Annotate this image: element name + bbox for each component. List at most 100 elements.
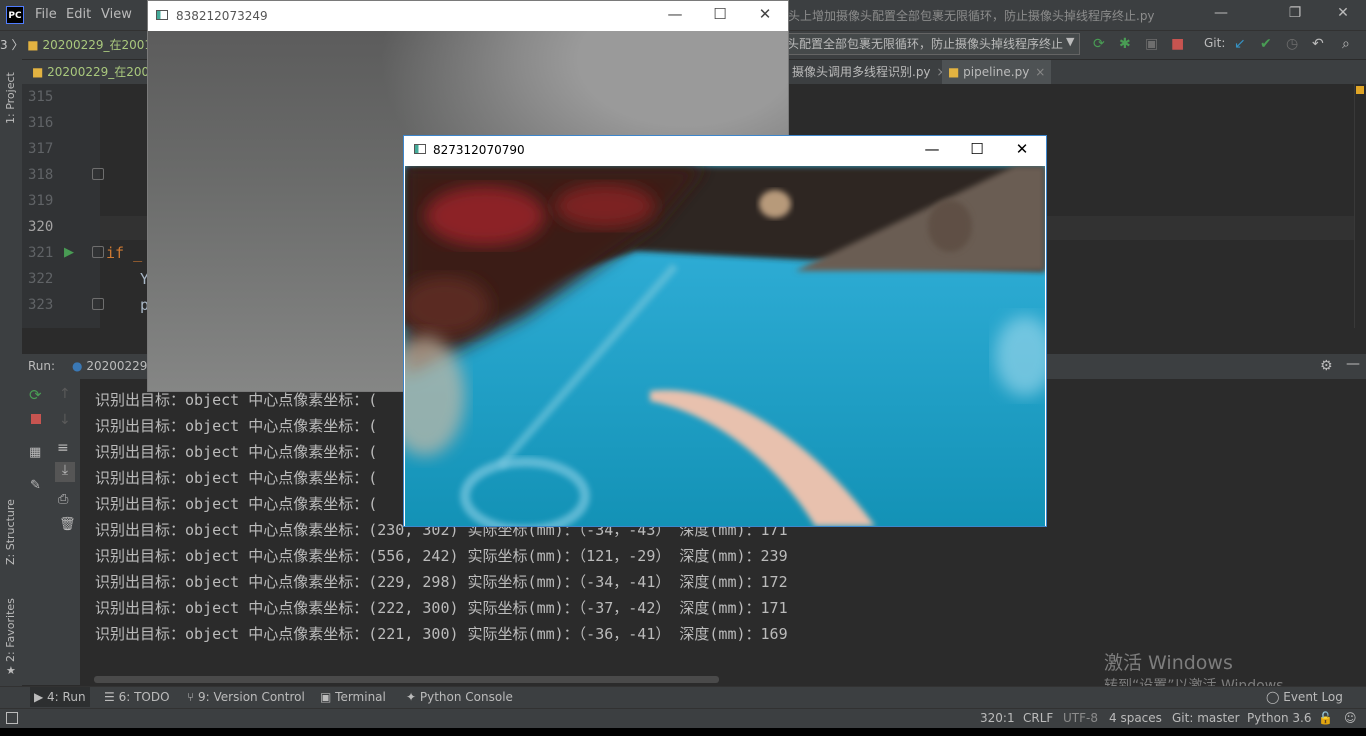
breadcrumb-root: 3 〉 (0, 38, 24, 52)
git-commit-icon[interactable]: ✔ (1260, 36, 1272, 52)
code-line-321: if _ (106, 244, 143, 262)
star-icon: ★ (6, 664, 16, 677)
hide-panel-icon[interactable]: — (1346, 356, 1360, 372)
toggle-tool-windows-icon[interactable] (6, 712, 18, 724)
line-number: 321 (28, 245, 54, 261)
camera1-close-button[interactable]: ✕ (742, 5, 788, 23)
ide-close-button[interactable]: ✕ (1320, 5, 1366, 25)
tab-pipeline[interactable]: ■ pipeline.py × (942, 60, 1052, 84)
layout-icon[interactable]: ▦ (29, 445, 41, 460)
console-line: 识别出目标：object 中心点像素坐标：( (95, 469, 378, 487)
project-tool-tab[interactable]: 1: Project (4, 64, 17, 124)
print-icon[interactable]: ⎙ (58, 492, 68, 507)
stop-icon[interactable]: ■ (1171, 36, 1184, 52)
list-icon: ☰ (104, 690, 119, 704)
tool-tab-todo[interactable]: ☰ 6: TODO (104, 690, 170, 704)
inspection-icon[interactable]: ☺ (1344, 711, 1357, 725)
breadcrumb-file[interactable]: 20200229_在20010 (42, 38, 159, 52)
rerun-icon[interactable]: ⟳ (1093, 36, 1105, 52)
console-line: 识别出目标：object 中心点像素坐标：(556, 242) 实际坐标(mm)… (95, 547, 788, 565)
console-line: 识别出目标：object 中心点像素坐标：( (95, 495, 378, 513)
line-number: 316 (28, 115, 54, 131)
search-icon[interactable]: ⌕ (1342, 36, 1350, 52)
line-number: 318 (28, 167, 54, 183)
history-icon[interactable]: ◷ (1286, 36, 1298, 52)
tab-camera-threads[interactable]: 摄像头调用多线程识别.py× (786, 60, 953, 84)
python-file-icon: ■ (27, 38, 39, 52)
line-number: 319 (28, 193, 54, 209)
ide-maximize-button[interactable]: ❐ (1272, 5, 1318, 25)
arrow-up-icon[interactable]: ↑ (59, 386, 71, 402)
console-line: 识别出目标：object 中心点像素坐标：( (95, 443, 378, 461)
fold-marker-icon[interactable] (92, 246, 104, 258)
tab-main-file[interactable]: ■ 20200229_在200 (26, 60, 155, 84)
scroll-to-end-icon[interactable]: ⤓ (55, 462, 75, 482)
menu-view[interactable]: View (101, 7, 132, 22)
warning-marker-icon[interactable] (1356, 86, 1364, 94)
structure-tool-tab[interactable]: Z: Structure (4, 495, 17, 565)
breadcrumb[interactable]: 3 〉 ■ 20200229_在20010 (0, 36, 160, 53)
run-config-tab[interactable]: ● 20200229 (72, 359, 147, 373)
chevron-down-icon[interactable]: ▼ (1066, 35, 1074, 48)
activation-watermark-title: 激活 Windows (1104, 652, 1233, 674)
tool-tab-terminal[interactable]: ▣ Terminal (320, 690, 386, 704)
lock-icon[interactable]: 🔓 (1318, 711, 1333, 725)
stop-icon[interactable] (31, 414, 41, 424)
file-encoding[interactable]: UTF-8 (1063, 711, 1098, 725)
git-update-icon[interactable]: ↙ (1234, 36, 1246, 52)
run-gutter-icon[interactable]: ▶ (64, 245, 74, 260)
tool-tab-version-control[interactable]: ⑂ 9: Version Control (187, 690, 305, 704)
line-number: 315 (28, 89, 54, 105)
camera2-maximize-button[interactable]: ☐ (954, 140, 1000, 158)
window-app-icon (156, 10, 168, 20)
git-branch[interactable]: Git: master (1172, 711, 1240, 725)
editor-scrollbar[interactable] (1354, 84, 1366, 328)
coverage-icon[interactable]: ▣ (1145, 36, 1158, 52)
indent-setting[interactable]: 4 spaces (1109, 711, 1162, 725)
camera-window-title: 827312070790 (433, 143, 525, 157)
line-number: 320 (28, 219, 54, 235)
close-tab-icon[interactable]: × (1035, 65, 1045, 79)
run-icon: ▶ (34, 690, 48, 704)
gear-icon[interactable]: ⚙ (1320, 358, 1333, 374)
line-separator[interactable]: CRLF (1023, 711, 1053, 725)
camera-feed-image (405, 166, 1045, 526)
python-icon: ✦ (406, 690, 420, 704)
run-configuration-select[interactable]: 头配置全部包裹无限循环，防止摄像头掉线程序终止 (780, 33, 1080, 55)
favorites-tool-tab[interactable]: 2: Favorites (4, 596, 17, 662)
camera2-minimize-button[interactable]: — (909, 140, 955, 158)
camera2-close-button[interactable]: ✕ (999, 140, 1045, 158)
line-number: 322 (28, 271, 54, 287)
line-number: 323 (28, 297, 54, 313)
pin-icon[interactable]: ✎ (30, 478, 41, 493)
branch-icon: ⑂ (187, 690, 199, 704)
caret-position[interactable]: 320:1 (980, 711, 1015, 725)
rerun-icon[interactable]: ⟳ (29, 386, 42, 404)
python-interpreter[interactable]: Python 3.6 (1247, 711, 1312, 725)
event-log-icon: ◯ (1266, 690, 1284, 704)
camera1-maximize-button[interactable]: ☐ (697, 5, 743, 23)
debug-icon[interactable]: ✱ (1119, 36, 1131, 52)
tool-tab-python-console[interactable]: ✦ Python Console (406, 690, 513, 704)
menu-file[interactable]: File (35, 7, 57, 22)
camera-scene-graphic (405, 166, 1045, 526)
trash-icon[interactable]: 🗑 (59, 517, 76, 532)
run-tool-column (22, 379, 80, 685)
camera1-minimize-button[interactable]: — (652, 5, 698, 23)
fold-marker-icon[interactable] (92, 298, 104, 310)
console-horizontal-scrollbar[interactable] (94, 676, 719, 683)
rollback-icon[interactable]: ↶ (1312, 36, 1324, 52)
git-label: Git: (1204, 36, 1226, 50)
python-file-icon: ■ (32, 65, 48, 79)
console-line: 识别出目标：object 中心点像素坐标：( (95, 391, 378, 409)
line-number: 317 (28, 141, 54, 157)
menu-edit[interactable]: Edit (66, 7, 91, 22)
event-log-button[interactable]: ◯ Event Log (1266, 690, 1343, 704)
soft-wrap-icon[interactable]: ≡ (57, 440, 69, 456)
arrow-down-icon[interactable]: ↓ (59, 412, 71, 428)
terminal-icon: ▣ (320, 690, 336, 704)
windows-taskbar (0, 728, 1366, 736)
ide-minimize-button[interactable]: — (1198, 5, 1244, 25)
fold-marker-icon[interactable] (92, 168, 104, 180)
tool-tab-run[interactable]: ▶ 4: Run (30, 687, 90, 707)
